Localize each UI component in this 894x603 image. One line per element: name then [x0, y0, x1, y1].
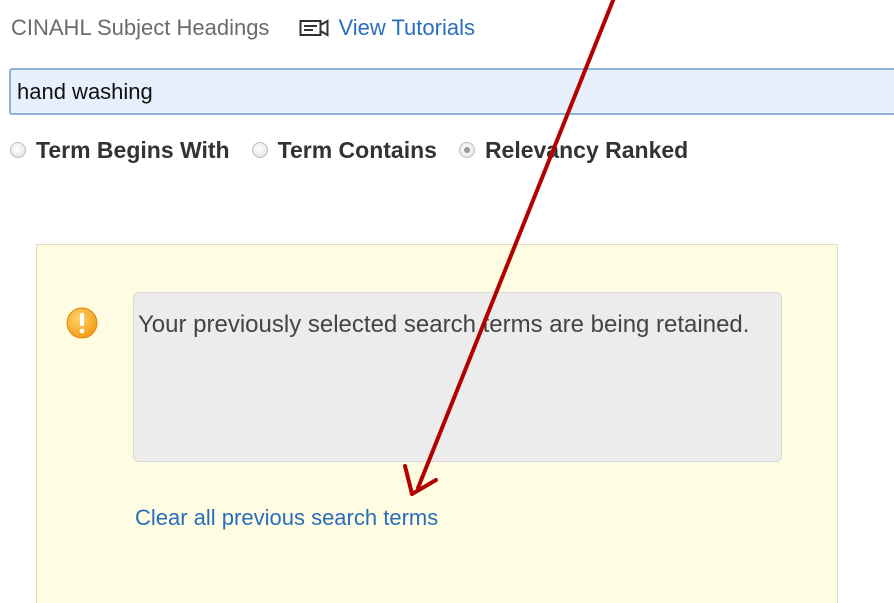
- header: CINAHL Subject Headings View Tutorials: [11, 14, 475, 42]
- subject-heading-search-input[interactable]: [9, 68, 894, 115]
- radio-label: Relevancy Ranked: [484, 136, 689, 163]
- warning-icon: [66, 307, 98, 339]
- notice-message: Your previously selected search terms ar…: [138, 311, 750, 338]
- notice-message-box: Your previously selected search terms ar…: [133, 292, 782, 462]
- clear-previous-search-terms-link[interactable]: Clear all previous search terms: [135, 505, 438, 531]
- retained-terms-notice: Your previously selected search terms ar…: [36, 244, 838, 603]
- cinahl-subject-headings-page: CINAHL Subject Headings View Tutorials T…: [0, 0, 894, 603]
- view-tutorials-link[interactable]: View Tutorials: [299, 15, 475, 41]
- radio-label: Term Contains: [277, 136, 437, 163]
- video-icon: [299, 19, 329, 37]
- search-mode-radio-group: Term Begins With Term Contains Relevancy…: [10, 134, 710, 166]
- radio-relevancy-ranked[interactable]: Relevancy Ranked: [458, 136, 689, 164]
- view-tutorials-label: View Tutorials: [338, 15, 475, 40]
- page-title: CINAHL Subject Headings: [11, 15, 270, 40]
- radio-term-begins-with[interactable]: Term Begins With: [10, 137, 230, 164]
- radio-button-selected-icon[interactable]: [458, 142, 475, 158]
- radio-button-icon[interactable]: [251, 142, 268, 158]
- radio-label: Term Begins With: [36, 136, 230, 163]
- radio-button-icon[interactable]: [10, 142, 26, 158]
- radio-term-contains[interactable]: Term Contains: [251, 136, 437, 164]
